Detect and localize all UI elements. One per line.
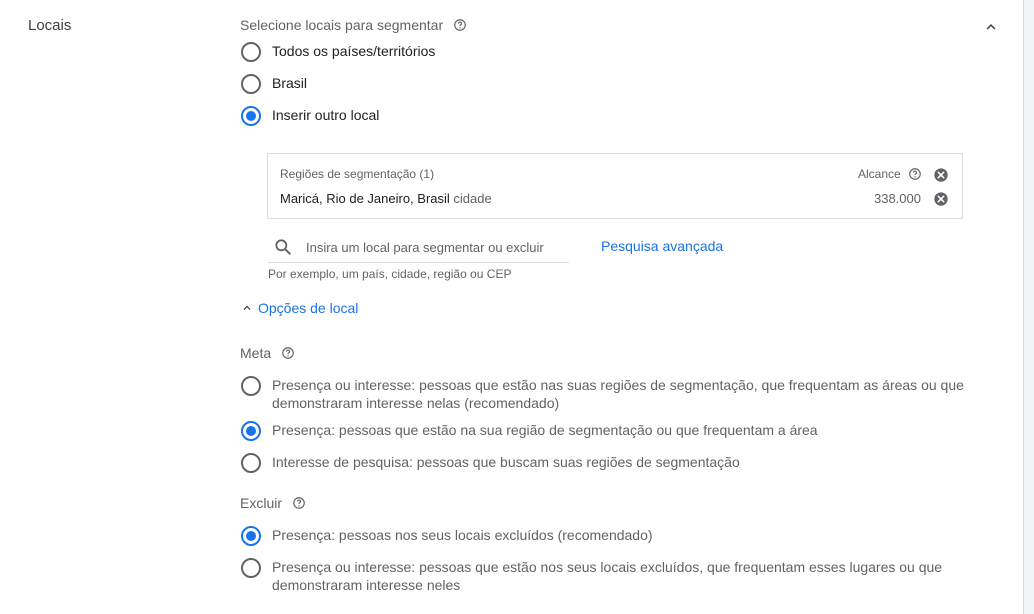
search-icon [275, 239, 291, 255]
location-search [268, 233, 569, 263]
radio-button[interactable] [241, 376, 261, 396]
radio-button[interactable] [241, 106, 261, 126]
radio-label: Brasil [272, 75, 308, 91]
section-title: Locais [28, 17, 72, 34]
radio-button[interactable] [241, 526, 261, 546]
help-icon[interactable] [292, 496, 306, 510]
target-heading-label: Selecione locais para segmentar [240, 17, 444, 33]
radio-exclude-presence-or-interest[interactable]: Presença ou interesse: pessoas que estão… [241, 558, 942, 594]
location-search-input[interactable] [306, 237, 566, 257]
radio-exclude-presence[interactable]: Presença: pessoas nos seus locais excluí… [241, 526, 653, 546]
remove-region-icon[interactable] [933, 191, 949, 207]
radio-goal-presence[interactable]: Presença: pessoas que estão na sua regiã… [241, 421, 818, 441]
radio-button[interactable] [241, 453, 261, 473]
radio-all-countries[interactable]: Todos os países/territórios [241, 42, 435, 62]
radio-label-line: demonstraram interesse nelas (recomendad… [272, 395, 560, 411]
radio-label: Todos os países/territórios [272, 43, 436, 59]
help-icon[interactable] [281, 346, 295, 360]
location-options-label: Opções de local [258, 300, 359, 316]
exclude-heading: Excluir [240, 495, 306, 511]
radio-label: Interesse de pesquisa: pessoas que busca… [272, 454, 740, 470]
target-heading: Selecione locais para segmentar [240, 17, 467, 33]
locations-card: Locais Selecione locais para segmentar T… [0, 0, 1024, 614]
radio-label: Presença: pessoas nos seus locais excluí… [272, 527, 653, 543]
reach-label-text: Alcance [858, 167, 901, 181]
radio-button[interactable] [241, 558, 261, 578]
radio-label: Presença: pessoas que estão na sua regiã… [272, 422, 818, 438]
radio-label: Presença ou interesse: pessoas que estão… [272, 376, 964, 412]
exclude-heading-label: Excluir [240, 495, 283, 511]
radio-label-line: Presença ou interesse: pessoas que estão… [272, 559, 943, 575]
region-row: Maricá, Rio de Janeiro, Brasil cidade [280, 191, 492, 206]
target-regions-table: Regiões de segmentação (1) Alcance Maric… [267, 153, 963, 219]
radio-brasil[interactable]: Brasil [241, 74, 307, 94]
region-name: Maricá, Rio de Janeiro, Brasil [280, 191, 450, 206]
radio-label-line: demonstraram interesse neles [272, 577, 461, 593]
help-icon[interactable] [453, 18, 467, 32]
regions-title: Regiões de segmentação (1) [280, 167, 435, 181]
remove-all-icon[interactable] [933, 167, 949, 183]
radio-label: Inserir outro local [272, 107, 380, 123]
radio-goal-presence-or-interest[interactable]: Presença ou interesse: pessoas que estão… [241, 376, 964, 412]
location-options-toggle[interactable]: Opções de local [240, 300, 358, 316]
goal-heading-label: Meta [240, 345, 272, 361]
chevron-up-icon[interactable] [982, 18, 1000, 36]
help-icon[interactable] [908, 167, 922, 181]
region-type: cidade [453, 191, 492, 206]
search-hint: Por exemplo, um país, cidade, região ou … [268, 267, 512, 281]
chevron-up-icon [243, 305, 251, 310]
radio-button[interactable] [241, 74, 261, 94]
region-reach: 338.000 [874, 191, 921, 206]
radio-label: Presença ou interesse: pessoas que estão… [272, 558, 942, 594]
radio-label-line: Presença ou interesse: pessoas que estão… [272, 377, 964, 393]
radio-goal-search-interest[interactable]: Interesse de pesquisa: pessoas que busca… [241, 453, 740, 473]
radio-button[interactable] [241, 42, 261, 62]
advanced-search-link[interactable]: Pesquisa avançada [601, 238, 723, 254]
reach-label: Alcance [858, 167, 922, 182]
radio-button[interactable] [241, 421, 261, 441]
goal-heading: Meta [240, 345, 295, 361]
radio-other-location[interactable]: Inserir outro local [241, 106, 379, 126]
